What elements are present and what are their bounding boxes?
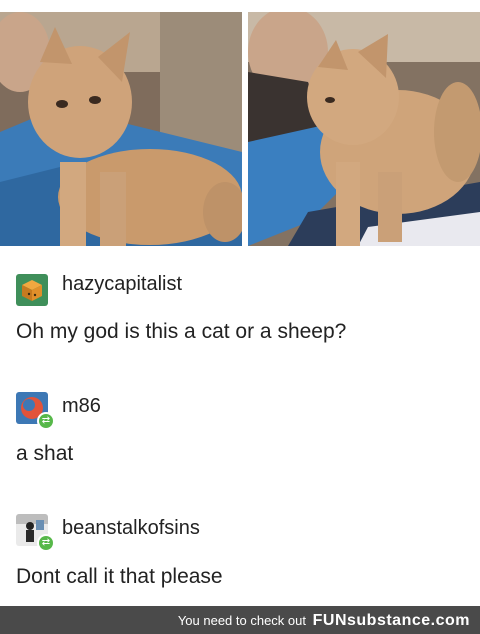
watermark-footer: You need to check out FUNsubstance.com [0,606,480,634]
reblog-icon: ⇄ [39,414,53,428]
post-text: Oh my god is this a cat or a sheep? [16,320,347,343]
footer-text: You need to check out FUNsubstance.com [178,612,470,630]
post-username[interactable]: m86 [62,395,101,418]
post-username[interactable]: beanstalkofsins [62,517,200,540]
reblog-badge: ⇄ [37,412,55,430]
post-beanstalkofsins: ⇄ beanstalkofsins Dont call it that plea… [0,490,480,606]
kitten-photo-right [248,12,480,246]
post-text: a shat [16,442,74,465]
footer-brand-logo[interactable]: FUNsubstance.com [313,612,470,629]
kitten-photo-left [0,12,242,246]
cube-avatar-icon[interactable] [16,274,48,306]
photo-strip [0,0,480,248]
post-hazycapitalist: hazycapitalist Oh my god is this a cat o… [0,248,480,368]
footer-caption: You need to check out [177,613,306,628]
post-username[interactable]: hazycapitalist [62,273,182,296]
post-m86: ⇄ m86 a shat [0,368,480,490]
reblog-icon: ⇄ [39,536,53,550]
post-text: Dont call it that please [16,565,223,588]
reblog-badge: ⇄ [37,534,55,552]
